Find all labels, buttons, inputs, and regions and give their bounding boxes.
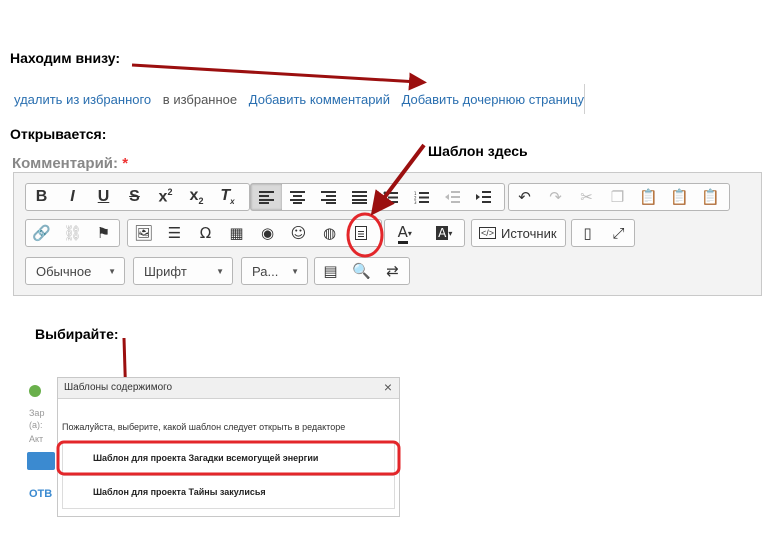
bg-fragment: ОТВ <box>29 488 53 500</box>
bg-fragment: Зар <box>29 408 45 418</box>
bg-fragment: Акт <box>29 434 44 444</box>
template-option[interactable]: Шаблон для проекта Тайны закулисья <box>62 475 395 509</box>
close-icon[interactable]: × <box>384 379 392 395</box>
dialog-title: Шаблоны содержимого <box>64 382 173 393</box>
bg-fragment: (а): <box>29 420 43 430</box>
arrow-to-links <box>131 63 427 91</box>
status-dot <box>29 385 41 397</box>
arrow-to-template-icon <box>370 143 426 216</box>
template-highlight-box <box>56 440 401 476</box>
dialog-header: Шаблоны содержимого × <box>58 378 399 399</box>
bg-button-fragment <box>27 452 55 470</box>
dialog-prompt: Пожалуйста, выберите, какой шаблон следу… <box>62 422 346 432</box>
